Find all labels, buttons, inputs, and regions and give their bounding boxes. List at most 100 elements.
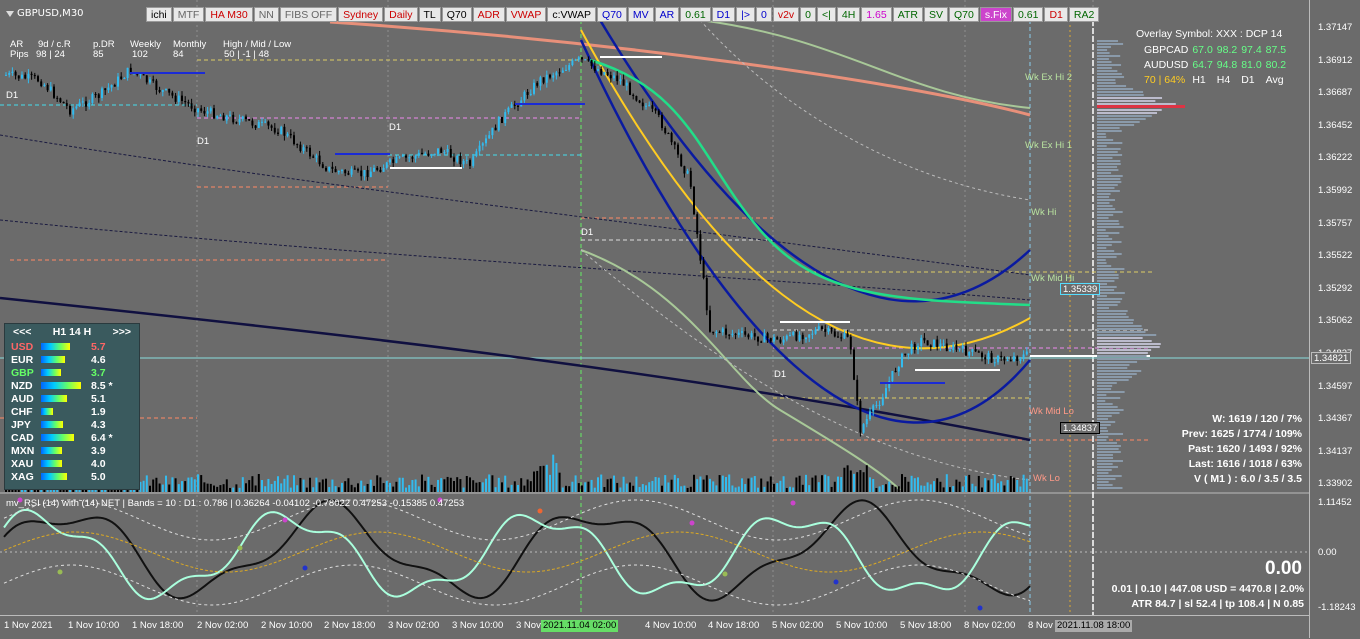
toolbar-button-23[interactable]: 1.65	[861, 7, 892, 22]
toolbar-button-2[interactable]: HA M30	[205, 7, 253, 22]
strength-currency: CAD	[11, 431, 34, 444]
strength-row-xau: XAU 4.0	[5, 457, 139, 470]
volume-bar	[677, 478, 679, 492]
volume-bar	[833, 481, 836, 492]
candle-body	[238, 119, 241, 123]
toolbar-button-15[interactable]: 0.61	[680, 7, 711, 22]
toolbar-button-6[interactable]: Daily	[384, 7, 418, 22]
candle-body	[88, 102, 91, 107]
volume-profile-bar	[1097, 211, 1123, 213]
toolbar-button-7[interactable]: TL	[418, 7, 441, 22]
volume-bar	[459, 479, 462, 492]
candle-body	[878, 404, 881, 406]
candle-body	[72, 108, 75, 115]
level-wk-mid-lo: Wk Mid Lo	[1029, 406, 1074, 417]
toolbar-button-17[interactable]: |>	[736, 7, 755, 22]
candle-body	[683, 166, 686, 174]
volume-bar	[971, 483, 974, 492]
candle-body	[465, 160, 468, 162]
toolbar-button-3[interactable]: NN	[253, 7, 279, 22]
volume-profile-bar	[1097, 52, 1110, 54]
candle-body	[283, 126, 286, 136]
volume-bar	[990, 478, 993, 492]
candle-body	[350, 168, 353, 175]
chart-window[interactable]: GBPUSD,M30 ichi MTF HA M30 NN FIBS OFF Sydney…	[0, 0, 1360, 639]
toolbar-button-11[interactable]: c:VWAP	[547, 7, 597, 22]
toolbar-button-24[interactable]: ATR	[892, 7, 923, 22]
overlay-footer-pct: 70 | 64%	[1144, 73, 1186, 86]
candle-body	[43, 84, 46, 87]
toolbar-button-12[interactable]: Q70	[597, 7, 627, 22]
volume-bar	[958, 481, 961, 492]
candle-body	[689, 170, 692, 187]
toolbar-button-1[interactable]: MTF	[172, 7, 205, 22]
toolbar-button-25[interactable]: SV	[923, 7, 948, 22]
volume-bar	[779, 480, 782, 492]
volume-bar	[747, 478, 750, 492]
toolbar-button-30[interactable]: RA2	[1068, 7, 1100, 22]
price-chart-canvas[interactable]	[0, 0, 1309, 638]
toolbar-button-5[interactable]: Sydney	[338, 7, 384, 22]
volume-bar	[539, 466, 542, 492]
d1-label: D1	[6, 90, 19, 101]
volume-profile-bar	[1097, 181, 1122, 183]
candle-body	[856, 379, 859, 401]
toolbar-button-21[interactable]: <|	[817, 7, 836, 22]
candle-body	[216, 116, 219, 119]
y-axis-label: 1.35062	[1318, 315, 1353, 327]
rsi-signal-dot	[689, 520, 695, 526]
candle-body	[981, 352, 983, 358]
candle-body	[49, 86, 52, 91]
candle-body	[798, 334, 801, 341]
candle-body	[526, 91, 529, 95]
toolbar-button-18[interactable]: 0	[755, 7, 772, 22]
overlay-value: 98.2	[1216, 43, 1238, 56]
strength-currency: GBP	[11, 366, 34, 379]
volume-bar	[264, 486, 267, 492]
candle-body	[875, 405, 878, 407]
toolbar-button-20[interactable]: 0	[800, 7, 816, 22]
toolbar-button-28[interactable]: 0.61	[1013, 7, 1044, 22]
strength-prev-button[interactable]: <<<	[13, 326, 31, 338]
toolbar-button-29[interactable]: D1	[1044, 7, 1068, 22]
volume-bar	[603, 487, 606, 492]
volume-bar	[904, 476, 907, 492]
toolbar-button-13[interactable]: MV	[627, 7, 654, 22]
volume-bar	[427, 476, 430, 492]
volume-profile-bar	[1097, 382, 1117, 384]
toolbar-button-10[interactable]: VWAP	[505, 7, 547, 22]
toolbar-button-8[interactable]: Q70	[441, 7, 472, 22]
volume-profile-bar	[1097, 334, 1157, 336]
toolbar-button-16[interactable]: D1	[711, 7, 736, 22]
stat-weekly-value: 102	[132, 49, 148, 60]
toolbar-button-22[interactable]: 4H	[836, 7, 861, 22]
candle-body	[993, 362, 996, 364]
volume-bar	[984, 478, 987, 492]
volume-bar	[894, 486, 897, 492]
candle-body	[782, 339, 785, 343]
toolbar-button-14[interactable]: AR	[654, 7, 680, 22]
volume-bar	[203, 482, 206, 492]
level-wk-ex-hi-1: Wk Ex Hi 1	[1025, 140, 1072, 151]
strength-currency: XAU	[11, 457, 34, 470]
volume-bar	[597, 477, 599, 492]
strength-currency: AUD	[11, 392, 34, 405]
volume-bar	[641, 484, 644, 492]
toolbar-button-26[interactable]: Q70	[948, 7, 979, 22]
toolbar-button-19[interactable]: v2v	[772, 7, 800, 22]
toolbar-button-4[interactable]: FIBS OFF	[279, 7, 338, 22]
volume-bar	[417, 486, 420, 492]
volume-bar	[360, 480, 363, 492]
strength-next-button[interactable]: >>>	[113, 326, 131, 338]
candle-body	[849, 336, 852, 350]
y-axis-label: 1.36912	[1318, 54, 1353, 66]
rsi-axis-label: -1.18243	[1318, 602, 1356, 613]
toolbar-button-9[interactable]: ADR	[472, 7, 505, 22]
weekly-stat-line: Last: 1616 / 1018 / 63%	[1188, 458, 1302, 470]
volume-bar	[549, 474, 551, 492]
toolbar-button-27[interactable]: s.Fix	[979, 7, 1013, 22]
volume-bar	[497, 477, 500, 492]
volume-bar	[542, 465, 545, 492]
toolbar-button-0[interactable]: ichi	[146, 7, 172, 22]
candle-body	[645, 105, 647, 107]
